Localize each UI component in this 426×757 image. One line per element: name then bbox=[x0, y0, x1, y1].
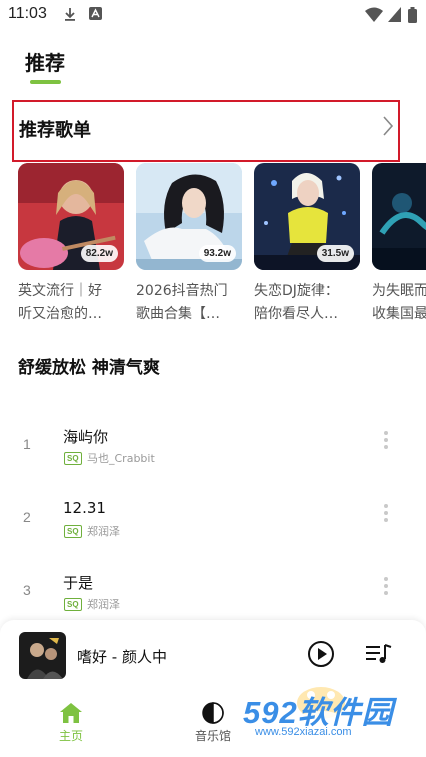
song-artist: 马也_Crabbit bbox=[87, 452, 155, 465]
song-title: 海屿你 bbox=[63, 428, 109, 446]
playlist-cover bbox=[372, 163, 426, 270]
active-tab-indicator bbox=[30, 80, 61, 84]
music-hall-icon bbox=[202, 702, 224, 724]
quality-badge: SQ bbox=[64, 525, 82, 538]
play-count-badge: 93.2w bbox=[198, 245, 236, 262]
status-time: 11:03 bbox=[8, 5, 47, 22]
song-rank: 1 bbox=[23, 436, 31, 452]
now-playing-title: 嗜好 - 颜人中 bbox=[77, 648, 167, 666]
now-playing-cover bbox=[19, 632, 66, 679]
play-count-badge: 31.5w bbox=[316, 245, 354, 262]
song-title: 于是 bbox=[63, 574, 94, 592]
chevron-right-icon bbox=[383, 116, 394, 136]
playlist-cover: 82.2w bbox=[18, 163, 124, 270]
recommend-playlists-header[interactable]: 推荐歌单 bbox=[12, 100, 400, 162]
playlist-title: 为失眠而 收集国最 bbox=[372, 283, 426, 322]
app-notification-icon bbox=[89, 7, 102, 20]
download-icon bbox=[65, 8, 75, 21]
playlist-carousel[interactable]: 82.2w 英文流行｜好 听又治愈的… 93.2w 2026抖音热门 歌曲合集【… bbox=[0, 163, 426, 358]
play-count-badge: 82.2w bbox=[80, 245, 118, 262]
playlist-cover: 31.5w bbox=[254, 163, 360, 270]
song-row[interactable]: 1 海屿你 SQ 马也_Crabbit bbox=[0, 426, 426, 492]
song-title: 12.31 bbox=[63, 499, 106, 517]
song-row[interactable]: 2 12.31 SQ 郑润泽 bbox=[0, 499, 426, 565]
mood-section-title: 舒缓放松 神清气爽 bbox=[18, 358, 160, 378]
nav-home[interactable]: 主页 bbox=[26, 700, 116, 744]
quality-badge: SQ bbox=[64, 452, 82, 465]
song-rank: 2 bbox=[23, 509, 31, 525]
play-button[interactable] bbox=[308, 641, 334, 667]
battery-icon bbox=[408, 7, 417, 23]
tab-recommend[interactable]: 推荐 bbox=[25, 47, 65, 76]
section-title: 推荐歌单 bbox=[19, 120, 91, 141]
quality-badge: SQ bbox=[64, 598, 82, 611]
more-options-icon[interactable] bbox=[384, 504, 390, 525]
home-icon bbox=[60, 703, 82, 723]
mini-player[interactable]: 嗜好 - 颜人中 bbox=[0, 620, 426, 690]
watermark-url: www.592xiazai.com bbox=[255, 726, 352, 738]
wifi-icon bbox=[365, 7, 383, 22]
page-header: 推荐 bbox=[0, 40, 426, 90]
song-artist: 郑润泽 bbox=[87, 598, 120, 611]
watermark: 592软件园 www.592xiazai.com bbox=[235, 685, 426, 745]
playlist-title: 2026抖音热门 歌曲合集【… bbox=[136, 283, 228, 322]
play-icon bbox=[318, 648, 327, 660]
playlist-title: 失恋DJ旋律： 陪你看尽人… bbox=[254, 283, 339, 322]
more-options-icon[interactable] bbox=[384, 431, 390, 452]
more-options-icon[interactable] bbox=[384, 577, 390, 598]
signal-icon bbox=[388, 7, 401, 22]
status-bar: 11:03 bbox=[0, 0, 426, 30]
song-artist: 郑润泽 bbox=[87, 525, 120, 538]
playlist-title: 英文流行｜好 听又治愈的… bbox=[18, 283, 102, 322]
song-rank: 3 bbox=[23, 582, 31, 598]
nav-label: 主页 bbox=[58, 729, 83, 743]
playlist-cover: 93.2w bbox=[136, 163, 242, 270]
playlist-queue-icon[interactable] bbox=[366, 644, 392, 664]
